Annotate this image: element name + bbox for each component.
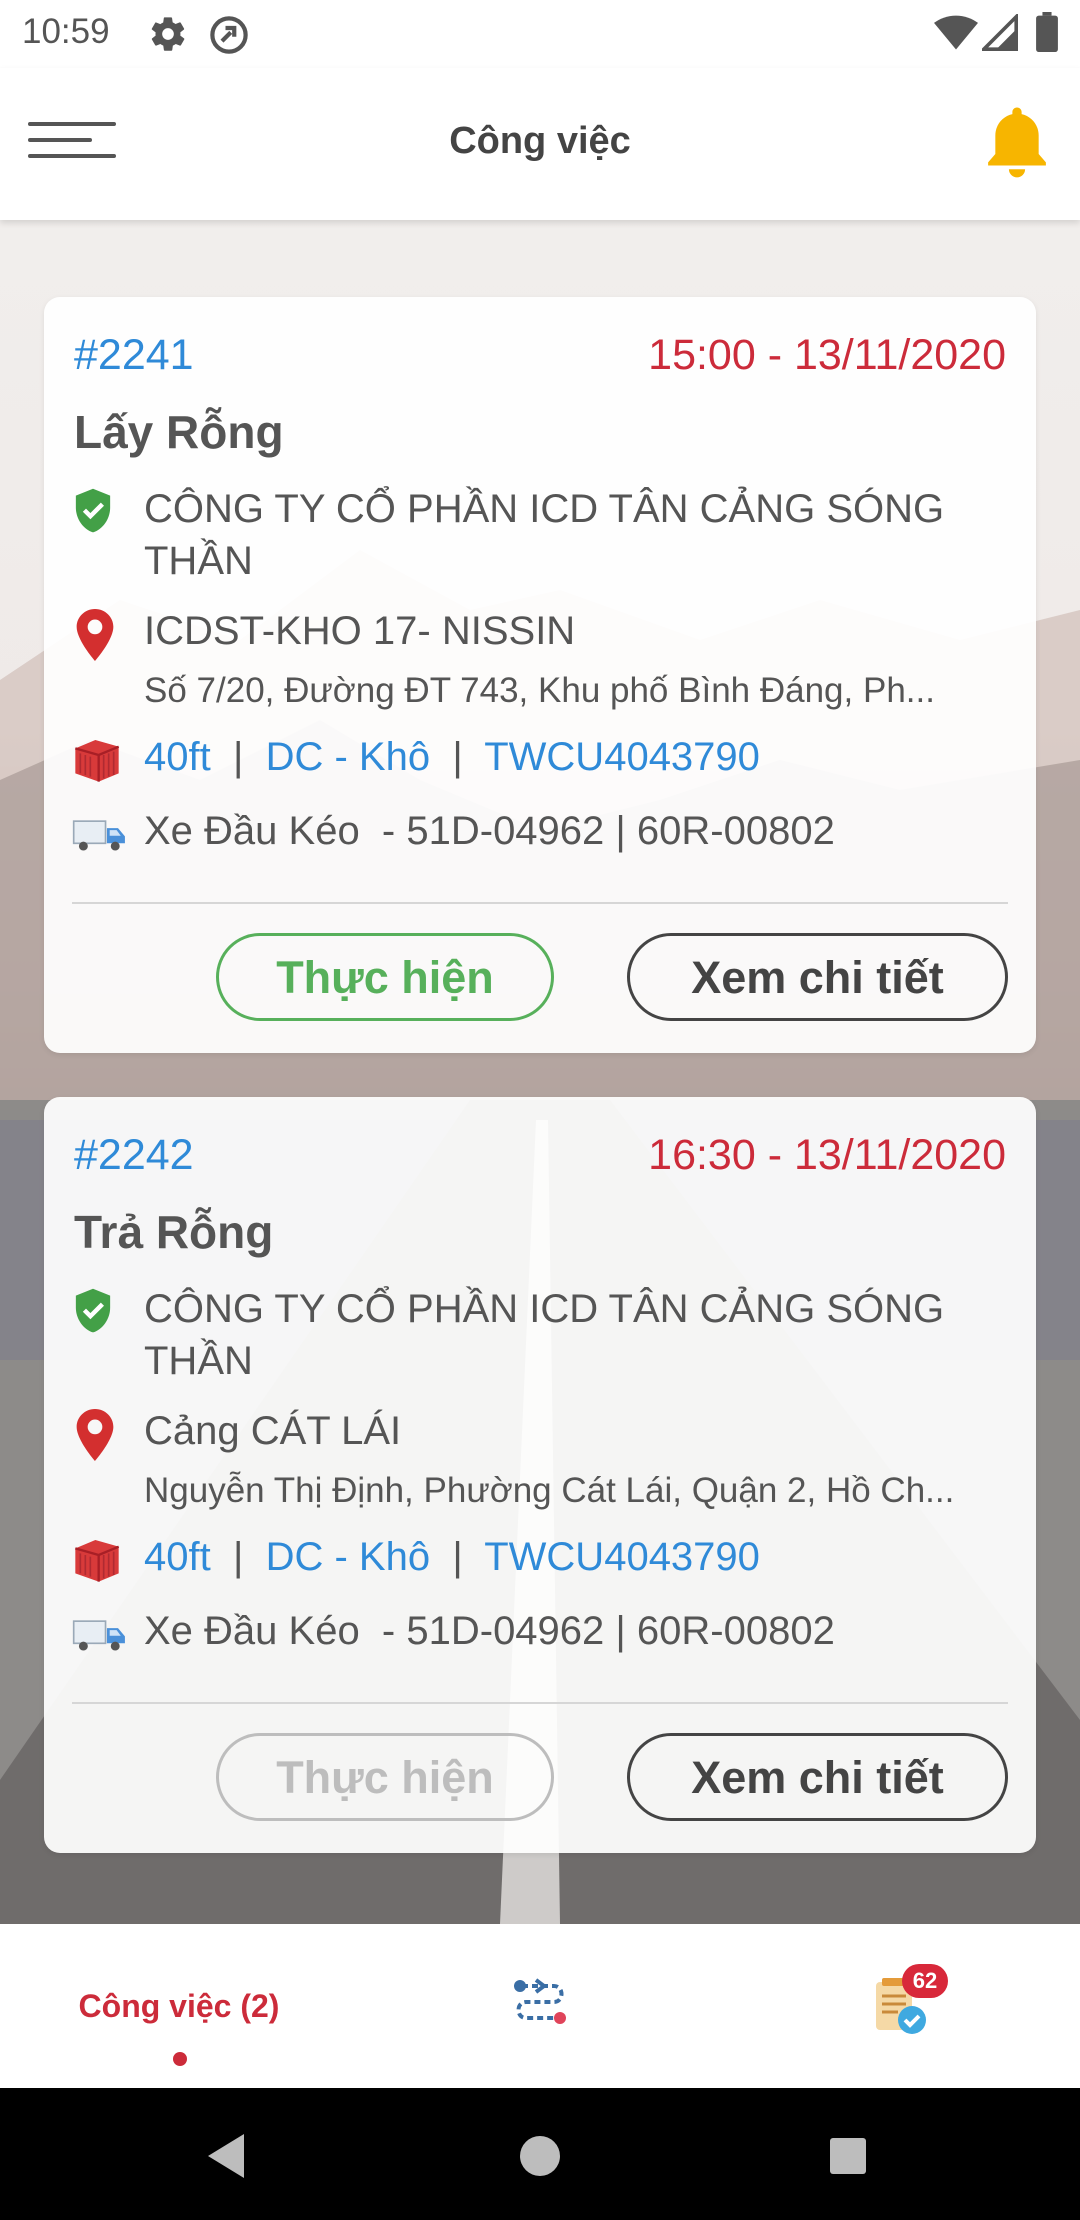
location-name: Cảng CÁT LÁI <box>144 1409 402 1453</box>
job-id: #2241 <box>74 331 194 379</box>
container-type: DC - Khô <box>265 735 431 779</box>
perform-job-button[interactable]: Thực hiện <box>216 1733 554 1821</box>
back-icon[interactable] <box>204 2132 248 2180</box>
tab-jobs[interactable]: Công việc (2) <box>0 1924 358 2088</box>
location-pin-icon <box>76 609 114 661</box>
container-size: 40ft <box>144 1535 211 1579</box>
location-name: ICDST-KHO 17- NISSIN <box>144 609 576 653</box>
container-icon <box>75 1540 120 1582</box>
location-address: Số 7/20, Đường ĐT 743, Khu phố Bình Đáng… <box>144 671 935 710</box>
job-card[interactable]: #2242 16:30 - 13/11/2020 Trả Rỗng CÔNG T… <box>44 1097 1036 1853</box>
truck-icon <box>72 1620 125 1651</box>
container-number: TWCU4043790 <box>484 1535 760 1579</box>
container-type: DC - Khô <box>265 1535 431 1579</box>
card-divider <box>72 1702 1008 1704</box>
location-pin-icon <box>76 1409 114 1461</box>
card-divider <box>72 902 1008 904</box>
active-tab-dot <box>173 2052 187 2066</box>
status-bar: 10:59 <box>0 0 1080 68</box>
container-info: 40ft | DC - Khô | TWCU4043790 <box>144 735 760 779</box>
vehicle-info: Xe Đầu Kéo - 51D-04962 | 60R-00802 <box>144 1609 835 1653</box>
container-info: 40ft | DC - Khô | TWCU4043790 <box>144 1535 760 1579</box>
app-bar: Công việc <box>0 68 1080 220</box>
status-time: 10:59 <box>22 12 110 51</box>
truck-icon <box>72 820 125 851</box>
container-size: 40ft <box>144 735 211 779</box>
settings-gear-icon <box>151 17 185 51</box>
vehicle-info: Xe Đầu Kéo - 51D-04962 | 60R-00802 <box>144 809 835 853</box>
vpn-key-icon <box>210 16 248 54</box>
cell-signal-icon <box>982 14 1018 51</box>
job-datetime: 15:00 - 13/11/2020 <box>648 331 1006 379</box>
location-address: Nguyễn Thị Định, Phường Cát Lái, Quận 2,… <box>144 1471 955 1510</box>
container-icon <box>75 740 120 782</box>
tab-tasks[interactable]: 62 <box>722 1924 1080 2088</box>
tab-jobs-label: Công việc (2) <box>78 1988 280 2024</box>
job-datetime: 16:30 - 13/11/2020 <box>648 1131 1006 1179</box>
wifi-icon <box>934 15 978 50</box>
company-name: CÔNG TY CỔ PHẦN ICD TÂN CẢNG SÓNG THẦN <box>144 1287 945 1383</box>
page-title: Công việc <box>449 120 631 162</box>
system-navigation-bar <box>0 2088 1080 2220</box>
verified-shield-icon <box>75 488 111 533</box>
tasks-count-badge: 62 <box>902 1964 948 1998</box>
battery-icon <box>1036 12 1058 52</box>
bell-icon[interactable] <box>982 104 1052 182</box>
perform-job-button[interactable]: Thực hiện <box>216 933 554 1021</box>
job-title: Trả Rỗng <box>74 1206 274 1258</box>
recents-icon[interactable] <box>828 2136 868 2176</box>
bottom-navigation: Công việc (2) 62 <box>0 1924 1080 2088</box>
company-name: CÔNG TY CỔ PHẦN ICD TÂN CẢNG SÓNG THẦN <box>144 487 945 583</box>
job-title: Lấy Rỗng <box>74 406 284 458</box>
container-number: TWCU4043790 <box>484 735 760 779</box>
job-card[interactable]: #2241 15:00 - 13/11/2020 Lấy Rỗng CÔNG T… <box>44 297 1036 1053</box>
home-icon[interactable] <box>518 2134 562 2178</box>
view-detail-button[interactable]: Xem chi tiết <box>627 933 1008 1021</box>
route-icon <box>514 1978 566 2024</box>
verified-shield-icon <box>75 1288 111 1333</box>
view-detail-button[interactable]: Xem chi tiết <box>627 1733 1008 1821</box>
job-id: #2242 <box>74 1131 194 1179</box>
tab-route[interactable] <box>358 1924 722 2088</box>
